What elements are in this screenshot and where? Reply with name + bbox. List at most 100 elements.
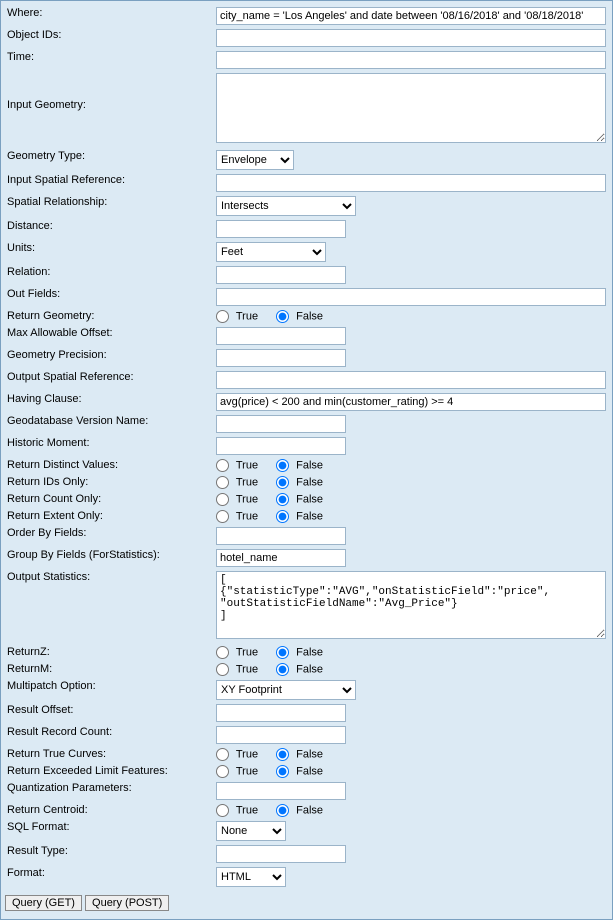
geom-precision-input[interactable] bbox=[216, 349, 346, 367]
return-geometry-radio: True False bbox=[216, 310, 337, 323]
return-count-radio-false-radio[interactable] bbox=[276, 493, 289, 506]
return-extent-radio-true-option[interactable]: True bbox=[216, 510, 258, 523]
return-count-radio-false-option[interactable]: False bbox=[276, 493, 323, 506]
return-extent-radio-true-radio[interactable] bbox=[216, 510, 229, 523]
return-extent-label: Return Extent Only: bbox=[5, 508, 214, 525]
returnz-radio-true-option[interactable]: True bbox=[216, 646, 258, 659]
resulttype-input[interactable] bbox=[216, 845, 346, 863]
return-count-radio-true-option[interactable]: True bbox=[216, 493, 258, 506]
return-centroid-radio-false-option[interactable]: False bbox=[276, 804, 323, 817]
max-offset-input[interactable] bbox=[216, 327, 346, 345]
units-label: Units: bbox=[5, 240, 214, 264]
return-ids-radio: True False bbox=[216, 476, 337, 489]
return-count-radio-true-radio[interactable] bbox=[216, 493, 229, 506]
format-label: Format: bbox=[5, 865, 214, 889]
resulttype-label: Result Type: bbox=[5, 843, 214, 865]
returnz-radio-false-radio[interactable] bbox=[276, 646, 289, 659]
return-distinct-radio-true-option[interactable]: True bbox=[216, 459, 258, 472]
return-truecurves-radio-false-option[interactable]: False bbox=[276, 748, 323, 761]
historic-moment-input[interactable] bbox=[216, 437, 346, 455]
having-label: Having Clause: bbox=[5, 391, 214, 413]
having-input[interactable] bbox=[216, 393, 606, 411]
where-input[interactable] bbox=[216, 7, 606, 25]
time-input[interactable] bbox=[216, 51, 606, 69]
geometry-type-select[interactable]: Envelope bbox=[216, 150, 294, 170]
query-get-button[interactable]: Query (GET) bbox=[5, 895, 82, 911]
return-centroid-radio-true-radio[interactable] bbox=[216, 804, 229, 817]
return-ids-radio-false-radio[interactable] bbox=[276, 476, 289, 489]
relation-input[interactable] bbox=[216, 266, 346, 284]
result-offset-input[interactable] bbox=[216, 704, 346, 722]
returnm-radio-false-option[interactable]: False bbox=[276, 663, 323, 676]
return-ids-radio-true-radio[interactable] bbox=[216, 476, 229, 489]
format-select[interactable]: HTML bbox=[216, 867, 286, 887]
returnz-radio: True False bbox=[216, 646, 337, 659]
returnm-radio-true-radio[interactable] bbox=[216, 663, 229, 676]
multipatch-select[interactable]: XY Footprint bbox=[216, 680, 356, 700]
groupby-label: Group By Fields (ForStatistics): bbox=[5, 547, 214, 569]
return-extent-radio: True False bbox=[216, 510, 337, 523]
return-distinct-radio-false-option[interactable]: False bbox=[276, 459, 323, 472]
return-centroid-radio-true-option[interactable]: True bbox=[216, 804, 258, 817]
outstats-textarea[interactable] bbox=[216, 571, 606, 639]
return-truecurves-label: Return True Curves: bbox=[5, 746, 214, 763]
distance-input[interactable] bbox=[216, 220, 346, 238]
returnz-radio-false-option[interactable]: False bbox=[276, 646, 323, 659]
return-centroid-radio: True False bbox=[216, 804, 337, 817]
return-ids-radio-false-option[interactable]: False bbox=[276, 476, 323, 489]
historic-moment-label: Historic Moment: bbox=[5, 435, 214, 457]
return-exceeded-label: Return Exceeded Limit Features: bbox=[5, 763, 214, 780]
input-geometry-textarea[interactable] bbox=[216, 73, 606, 143]
output-sr-input[interactable] bbox=[216, 371, 606, 389]
relation-label: Relation: bbox=[5, 264, 214, 286]
gdbversion-input[interactable] bbox=[216, 415, 346, 433]
return-ids-radio-true-option[interactable]: True bbox=[216, 476, 258, 489]
return-count-radio: True False bbox=[216, 493, 337, 506]
returnm-radio-false-radio[interactable] bbox=[276, 663, 289, 676]
return-centroid-radio-false-radio[interactable] bbox=[276, 804, 289, 817]
sqlformat-select[interactable]: None bbox=[216, 821, 286, 841]
button-row: Query (GET) Query (POST) bbox=[5, 895, 608, 911]
orderby-input[interactable] bbox=[216, 527, 346, 545]
result-reccount-input[interactable] bbox=[216, 726, 346, 744]
returnm-radio-true-option[interactable]: True bbox=[216, 663, 258, 676]
return-exceeded-radio: True False bbox=[216, 765, 337, 778]
return-exceeded-radio-true-option[interactable]: True bbox=[216, 765, 258, 778]
return-exceeded-radio-true-radio[interactable] bbox=[216, 765, 229, 778]
result-offset-label: Result Offset: bbox=[5, 702, 214, 724]
return-truecurves-radio-true-option[interactable]: True bbox=[216, 748, 258, 761]
return-geometry-radio-true-option[interactable]: True bbox=[216, 310, 258, 323]
quantization-input[interactable] bbox=[216, 782, 346, 800]
query-post-button[interactable]: Query (POST) bbox=[85, 895, 169, 911]
return-geometry-radio-true-radio[interactable] bbox=[216, 310, 229, 323]
return-truecurves-radio-false-radio[interactable] bbox=[276, 748, 289, 761]
orderby-label: Order By Fields: bbox=[5, 525, 214, 547]
outstats-label: Output Statistics: bbox=[5, 569, 214, 644]
query-form-panel: Where: Object IDs: Time: Input Geometry:… bbox=[0, 0, 613, 920]
return-geometry-radio-false-radio[interactable] bbox=[276, 310, 289, 323]
return-extent-radio-false-radio[interactable] bbox=[276, 510, 289, 523]
max-offset-label: Max Allowable Offset: bbox=[5, 325, 214, 347]
return-truecurves-radio-true-radio[interactable] bbox=[216, 748, 229, 761]
output-sr-label: Output Spatial Reference: bbox=[5, 369, 214, 391]
return-exceeded-radio-false-option[interactable]: False bbox=[276, 765, 323, 778]
spatial-rel-select[interactable]: Intersects bbox=[216, 196, 356, 216]
return-exceeded-radio-false-radio[interactable] bbox=[276, 765, 289, 778]
return-geometry-radio-false-option[interactable]: False bbox=[276, 310, 323, 323]
outfields-input[interactable] bbox=[216, 288, 606, 306]
input-sr-input[interactable] bbox=[216, 174, 606, 192]
input-geometry-label: Input Geometry: bbox=[5, 71, 214, 148]
groupby-input[interactable] bbox=[216, 549, 346, 567]
where-label: Where: bbox=[5, 5, 214, 27]
objectids-input[interactable] bbox=[216, 29, 606, 47]
return-distinct-radio: True False bbox=[216, 459, 337, 472]
returnz-radio-true-radio[interactable] bbox=[216, 646, 229, 659]
geometry-type-label: Geometry Type: bbox=[5, 148, 214, 172]
geom-precision-label: Geometry Precision: bbox=[5, 347, 214, 369]
input-sr-label: Input Spatial Reference: bbox=[5, 172, 214, 194]
return-extent-radio-false-option[interactable]: False bbox=[276, 510, 323, 523]
gdbversion-label: Geodatabase Version Name: bbox=[5, 413, 214, 435]
units-select[interactable]: Feet bbox=[216, 242, 326, 262]
return-distinct-radio-true-radio[interactable] bbox=[216, 459, 229, 472]
return-distinct-radio-false-radio[interactable] bbox=[276, 459, 289, 472]
